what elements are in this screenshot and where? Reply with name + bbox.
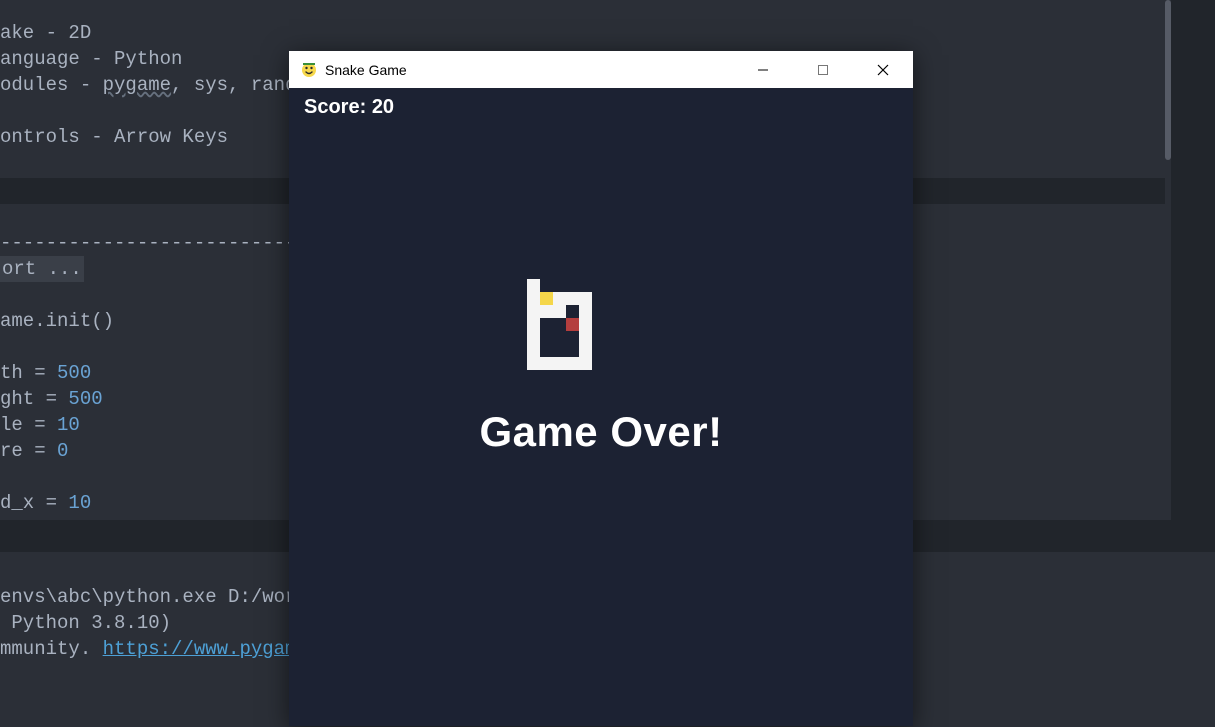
window-close-button[interactable] bbox=[853, 51, 913, 88]
code-line: odules - pygame, sys, random, bbox=[0, 74, 331, 96]
code-line: ontrols - Arrow Keys bbox=[0, 126, 228, 148]
editor-scrollbar-thumb[interactable] bbox=[1165, 0, 1171, 160]
code-main-block: ----------------------------- ort ... am… bbox=[0, 230, 331, 516]
snake-body-segment bbox=[579, 292, 592, 305]
window-titlebar[interactable]: Snake Game bbox=[289, 51, 913, 88]
code-line: ght = 500 bbox=[0, 388, 103, 410]
snake-body-segment bbox=[579, 344, 592, 357]
terminal-line: Python 3.8.10) bbox=[0, 612, 171, 634]
code-line: d_x = 10 bbox=[0, 492, 91, 514]
snake-body-segment bbox=[553, 292, 566, 305]
snake-body-segment bbox=[553, 305, 566, 318]
window-maximize-button[interactable] bbox=[793, 51, 853, 88]
score-value: 20 bbox=[372, 96, 394, 118]
window-title: Snake Game bbox=[325, 62, 407, 78]
code-line: ake - 2D bbox=[0, 22, 91, 44]
snake-body-segment bbox=[527, 292, 540, 305]
code-line: th = 500 bbox=[0, 362, 91, 384]
code-line: le = 10 bbox=[0, 414, 80, 436]
snake-body-segment bbox=[566, 357, 579, 370]
score-label-text: Score: bbox=[304, 96, 372, 118]
food bbox=[566, 318, 579, 331]
snake-body-segment bbox=[566, 292, 579, 305]
snake-body-segment bbox=[579, 305, 592, 318]
game-canvas[interactable]: Score: 20 Game Over! bbox=[289, 88, 913, 726]
snake-body-segment bbox=[579, 357, 592, 370]
code-line: re = 0 bbox=[0, 440, 68, 462]
code-line: anguage - Python bbox=[0, 48, 182, 70]
snake-body-segment bbox=[579, 331, 592, 344]
score-display: Score: 20 bbox=[304, 96, 394, 119]
game-over-text: Game Over! bbox=[479, 408, 722, 456]
snake-body-segment bbox=[579, 318, 592, 331]
snake-body-segment bbox=[540, 305, 553, 318]
snake-head bbox=[540, 292, 553, 305]
window-minimize-button[interactable] bbox=[733, 51, 793, 88]
snake-body-segment bbox=[527, 279, 540, 292]
terminal-output: envs\abc\python.exe D:/work/p Python 3.8… bbox=[0, 584, 331, 662]
code-line: ----------------------------- bbox=[0, 232, 331, 254]
code-line: ame.init() bbox=[0, 310, 114, 332]
snake-body-segment bbox=[540, 357, 553, 370]
code-fold-import[interactable]: ort ... bbox=[0, 256, 84, 282]
terminal-line: envs\abc\python.exe D:/work/p bbox=[0, 586, 331, 608]
code-comment-block: ake - 2D anguage - Python odules - pygam… bbox=[0, 20, 331, 150]
pygame-app-icon bbox=[301, 62, 317, 78]
terminal-line: mmunity. https://www.pygame.o bbox=[0, 638, 331, 660]
snake-body-segment bbox=[527, 331, 540, 344]
pygame-window: Snake Game Score: 20 Game Over! bbox=[289, 51, 913, 726]
snake-body-segment bbox=[527, 357, 540, 370]
snake-body-segment bbox=[553, 357, 566, 370]
snake-body-segment bbox=[527, 344, 540, 357]
snake-body-segment bbox=[527, 305, 540, 318]
snake-body-segment bbox=[527, 318, 540, 331]
